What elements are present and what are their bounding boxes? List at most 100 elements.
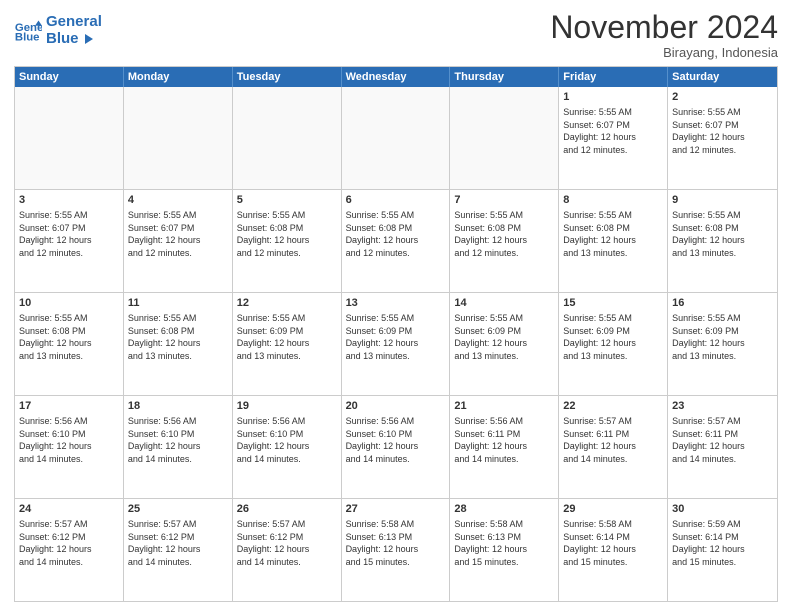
cell-info: Sunrise: 5:57 AMSunset: 6:12 PMDaylight:… <box>237 518 337 568</box>
calendar-cell <box>342 87 451 189</box>
calendar-cell: 18Sunrise: 5:56 AMSunset: 6:10 PMDayligh… <box>124 396 233 498</box>
cell-info: Sunrise: 5:55 AMSunset: 6:08 PMDaylight:… <box>19 312 119 362</box>
weekday-header: Monday <box>124 67 233 87</box>
calendar-cell: 24Sunrise: 5:57 AMSunset: 6:12 PMDayligh… <box>15 499 124 601</box>
day-number: 10 <box>19 296 119 311</box>
day-number: 15 <box>563 296 663 311</box>
day-number: 6 <box>346 193 446 208</box>
cell-info: Sunrise: 5:55 AMSunset: 6:07 PMDaylight:… <box>563 106 663 156</box>
calendar-week-row: 24Sunrise: 5:57 AMSunset: 6:12 PMDayligh… <box>15 498 777 601</box>
cell-info: Sunrise: 5:55 AMSunset: 6:09 PMDaylight:… <box>563 312 663 362</box>
month-title: November 2024 <box>550 10 778 45</box>
day-number: 23 <box>672 399 773 414</box>
day-number: 9 <box>672 193 773 208</box>
cell-info: Sunrise: 5:55 AMSunset: 6:09 PMDaylight:… <box>346 312 446 362</box>
calendar-cell: 2Sunrise: 5:55 AMSunset: 6:07 PMDaylight… <box>668 87 777 189</box>
calendar-cell: 22Sunrise: 5:57 AMSunset: 6:11 PMDayligh… <box>559 396 668 498</box>
calendar: SundayMondayTuesdayWednesdayThursdayFrid… <box>14 66 778 602</box>
calendar-cell <box>124 87 233 189</box>
day-number: 16 <box>672 296 773 311</box>
calendar-week-row: 3Sunrise: 5:55 AMSunset: 6:07 PMDaylight… <box>15 189 777 292</box>
day-number: 29 <box>563 502 663 517</box>
calendar-cell: 7Sunrise: 5:55 AMSunset: 6:08 PMDaylight… <box>450 190 559 292</box>
cell-info: Sunrise: 5:55 AMSunset: 6:07 PMDaylight:… <box>19 209 119 259</box>
cell-info: Sunrise: 5:55 AMSunset: 6:08 PMDaylight:… <box>128 312 228 362</box>
cell-info: Sunrise: 5:56 AMSunset: 6:11 PMDaylight:… <box>454 415 554 465</box>
weekday-header: Wednesday <box>342 67 451 87</box>
day-number: 4 <box>128 193 228 208</box>
cell-info: Sunrise: 5:55 AMSunset: 6:09 PMDaylight:… <box>454 312 554 362</box>
cell-info: Sunrise: 5:57 AMSunset: 6:12 PMDaylight:… <box>19 518 119 568</box>
day-number: 26 <box>237 502 337 517</box>
cell-info: Sunrise: 5:58 AMSunset: 6:13 PMDaylight:… <box>346 518 446 568</box>
calendar-cell: 11Sunrise: 5:55 AMSunset: 6:08 PMDayligh… <box>124 293 233 395</box>
day-number: 3 <box>19 193 119 208</box>
day-number: 22 <box>563 399 663 414</box>
day-number: 28 <box>454 502 554 517</box>
cell-info: Sunrise: 5:55 AMSunset: 6:08 PMDaylight:… <box>672 209 773 259</box>
weekday-header: Friday <box>559 67 668 87</box>
calendar-week-row: 17Sunrise: 5:56 AMSunset: 6:10 PMDayligh… <box>15 395 777 498</box>
cell-info: Sunrise: 5:55 AMSunset: 6:08 PMDaylight:… <box>454 209 554 259</box>
cell-info: Sunrise: 5:55 AMSunset: 6:07 PMDaylight:… <box>672 106 773 156</box>
cell-info: Sunrise: 5:58 AMSunset: 6:14 PMDaylight:… <box>563 518 663 568</box>
day-number: 8 <box>563 193 663 208</box>
day-number: 2 <box>672 90 773 105</box>
location: Birayang, Indonesia <box>550 45 778 60</box>
calendar-cell: 12Sunrise: 5:55 AMSunset: 6:09 PMDayligh… <box>233 293 342 395</box>
cell-info: Sunrise: 5:55 AMSunset: 6:09 PMDaylight:… <box>237 312 337 362</box>
calendar-cell: 16Sunrise: 5:55 AMSunset: 6:09 PMDayligh… <box>668 293 777 395</box>
calendar-cell <box>450 87 559 189</box>
day-number: 20 <box>346 399 446 414</box>
cell-info: Sunrise: 5:56 AMSunset: 6:10 PMDaylight:… <box>237 415 337 465</box>
day-number: 7 <box>454 193 554 208</box>
cell-info: Sunrise: 5:56 AMSunset: 6:10 PMDaylight:… <box>19 415 119 465</box>
logo-subtext: Blue <box>46 31 102 48</box>
day-number: 18 <box>128 399 228 414</box>
cell-info: Sunrise: 5:59 AMSunset: 6:14 PMDaylight:… <box>672 518 773 568</box>
calendar-cell: 5Sunrise: 5:55 AMSunset: 6:08 PMDaylight… <box>233 190 342 292</box>
day-number: 11 <box>128 296 228 311</box>
cell-info: Sunrise: 5:55 AMSunset: 6:09 PMDaylight:… <box>672 312 773 362</box>
weekday-header: Saturday <box>668 67 777 87</box>
calendar-cell: 27Sunrise: 5:58 AMSunset: 6:13 PMDayligh… <box>342 499 451 601</box>
calendar-cell <box>233 87 342 189</box>
calendar-cell: 20Sunrise: 5:56 AMSunset: 6:10 PMDayligh… <box>342 396 451 498</box>
day-number: 30 <box>672 502 773 517</box>
calendar-cell: 10Sunrise: 5:55 AMSunset: 6:08 PMDayligh… <box>15 293 124 395</box>
day-number: 19 <box>237 399 337 414</box>
calendar-cell: 26Sunrise: 5:57 AMSunset: 6:12 PMDayligh… <box>233 499 342 601</box>
title-block: November 2024 Birayang, Indonesia <box>550 10 778 60</box>
calendar-cell: 25Sunrise: 5:57 AMSunset: 6:12 PMDayligh… <box>124 499 233 601</box>
day-number: 17 <box>19 399 119 414</box>
calendar-cell: 3Sunrise: 5:55 AMSunset: 6:07 PMDaylight… <box>15 190 124 292</box>
weekday-header: Thursday <box>450 67 559 87</box>
logo-icon: General Blue <box>14 17 42 45</box>
calendar-week-row: 10Sunrise: 5:55 AMSunset: 6:08 PMDayligh… <box>15 292 777 395</box>
calendar-cell: 17Sunrise: 5:56 AMSunset: 6:10 PMDayligh… <box>15 396 124 498</box>
day-number: 27 <box>346 502 446 517</box>
cell-info: Sunrise: 5:55 AMSunset: 6:07 PMDaylight:… <box>128 209 228 259</box>
cell-info: Sunrise: 5:56 AMSunset: 6:10 PMDaylight:… <box>346 415 446 465</box>
day-number: 14 <box>454 296 554 311</box>
calendar-cell <box>15 87 124 189</box>
day-number: 24 <box>19 502 119 517</box>
svg-text:Blue: Blue <box>15 31 40 43</box>
logo: General Blue General Blue <box>14 10 102 47</box>
calendar-cell: 15Sunrise: 5:55 AMSunset: 6:09 PMDayligh… <box>559 293 668 395</box>
cell-info: Sunrise: 5:56 AMSunset: 6:10 PMDaylight:… <box>128 415 228 465</box>
day-number: 21 <box>454 399 554 414</box>
calendar-header: SundayMondayTuesdayWednesdayThursdayFrid… <box>15 67 777 87</box>
calendar-cell: 30Sunrise: 5:59 AMSunset: 6:14 PMDayligh… <box>668 499 777 601</box>
calendar-cell: 1Sunrise: 5:55 AMSunset: 6:07 PMDaylight… <box>559 87 668 189</box>
cell-info: Sunrise: 5:58 AMSunset: 6:13 PMDaylight:… <box>454 518 554 568</box>
cell-info: Sunrise: 5:57 AMSunset: 6:12 PMDaylight:… <box>128 518 228 568</box>
logo-text: General <box>46 14 102 31</box>
calendar-cell: 21Sunrise: 5:56 AMSunset: 6:11 PMDayligh… <box>450 396 559 498</box>
weekday-header: Tuesday <box>233 67 342 87</box>
page: General Blue General Blue November 2024 … <box>0 0 792 612</box>
calendar-cell: 13Sunrise: 5:55 AMSunset: 6:09 PMDayligh… <box>342 293 451 395</box>
cell-info: Sunrise: 5:57 AMSunset: 6:11 PMDaylight:… <box>672 415 773 465</box>
cell-info: Sunrise: 5:55 AMSunset: 6:08 PMDaylight:… <box>346 209 446 259</box>
calendar-week-row: 1Sunrise: 5:55 AMSunset: 6:07 PMDaylight… <box>15 87 777 189</box>
